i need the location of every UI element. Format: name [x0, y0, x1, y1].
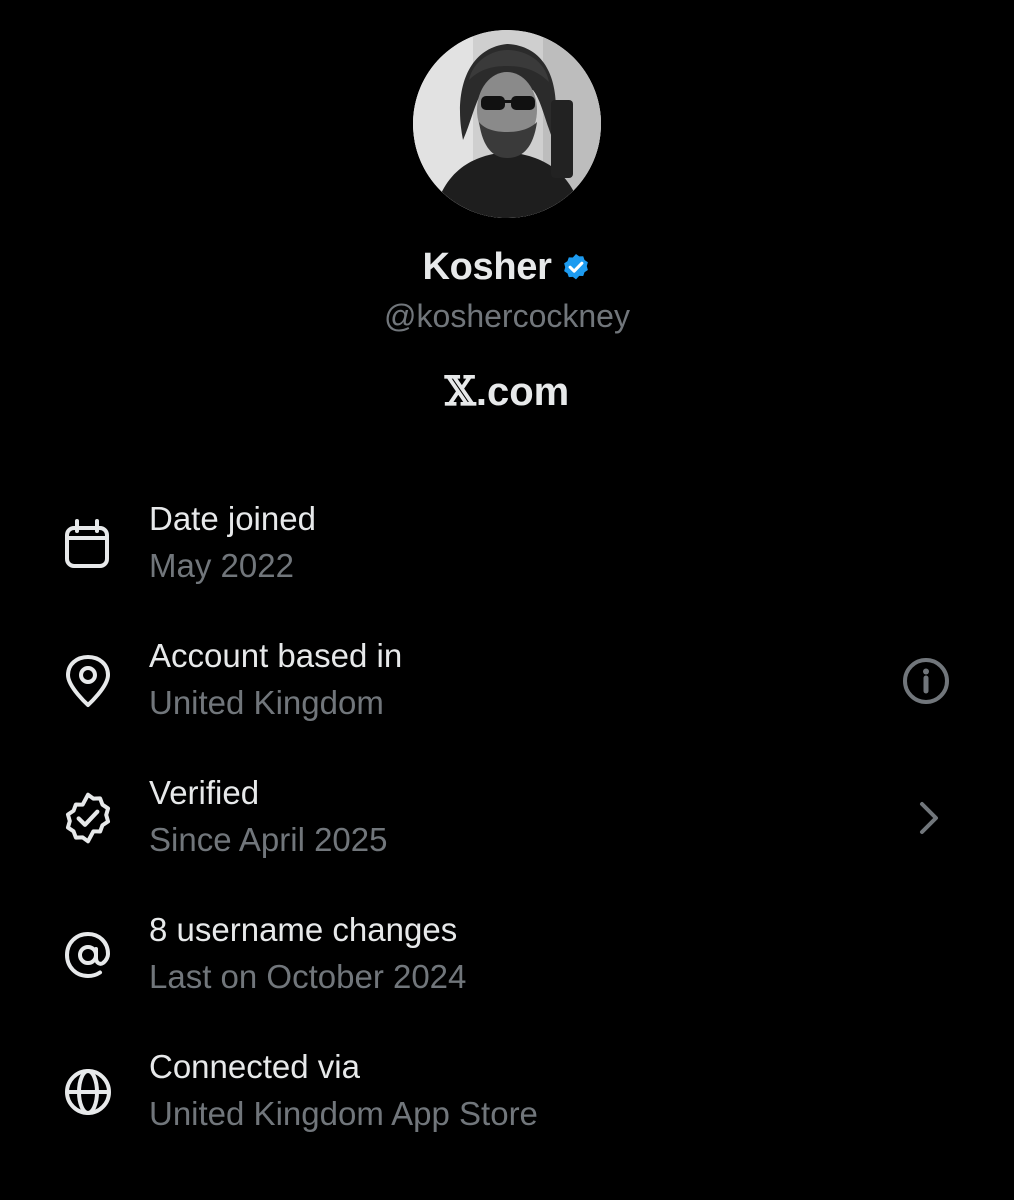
info-title: Date joined	[149, 500, 316, 537]
info-row-username-changes: 8 username changes Last on October 2024	[0, 911, 1014, 1021]
info-subtitle: United Kingdom	[149, 684, 384, 721]
info-row-connected-via: Connected via United Kingdom App Store	[0, 1048, 1014, 1158]
verified-badge-icon	[60, 790, 116, 846]
display-name: Kosher	[422, 246, 552, 288]
avatar[interactable]	[413, 30, 601, 218]
info-title: 8 username changes	[149, 911, 458, 948]
handle: @koshercockney	[384, 298, 630, 334]
avatar-photo	[413, 30, 601, 218]
site-label: 𝕏.com	[0, 368, 1014, 415]
info-icon[interactable]	[898, 653, 954, 709]
info-row-account-location: Account based in United Kingdom	[0, 637, 1014, 747]
info-subtitle: United Kingdom App Store	[149, 1095, 538, 1132]
at-sign-icon	[60, 927, 116, 983]
info-row-verified[interactable]: Verified Since April 2025	[0, 774, 1014, 884]
info-subtitle: May 2022	[149, 547, 294, 584]
site-suffix: .com	[475, 370, 570, 414]
info-title: Verified	[149, 774, 260, 811]
info-title: Connected via	[149, 1048, 360, 1085]
verified-badge-icon[interactable]	[560, 252, 592, 284]
info-subtitle: Since April 2025	[149, 821, 388, 858]
location-pin-icon	[60, 653, 116, 709]
globe-icon	[60, 1064, 116, 1120]
info-title: Account based in	[149, 637, 403, 674]
info-subtitle: Last on October 2024	[149, 958, 467, 995]
x-logo-icon: 𝕏	[444, 368, 476, 415]
calendar-icon	[60, 516, 116, 572]
name-row: Kosher	[0, 246, 1014, 289]
info-row-date-joined: Date joined May 2022	[0, 500, 1014, 610]
chevron-right-icon[interactable]	[902, 790, 958, 846]
